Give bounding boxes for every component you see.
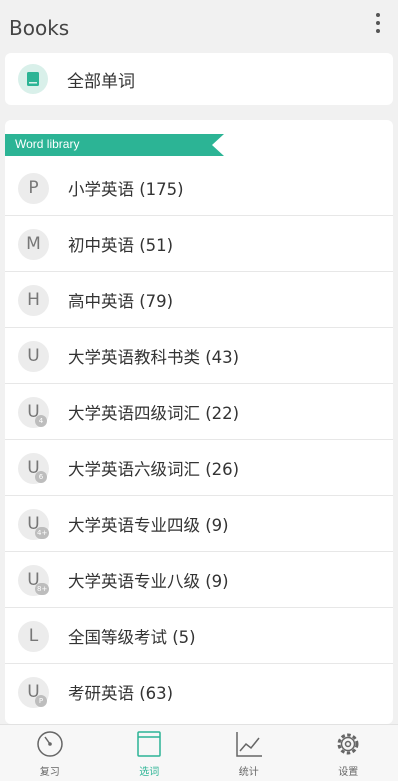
word-library-title: Word library <box>15 137 80 151</box>
library-item-label: 全国等级考试 (5) <box>68 628 196 647</box>
statistics-chart-icon <box>234 729 264 759</box>
all-words-label: 全部单词 <box>67 71 135 92</box>
letter-badge: P <box>18 172 49 204</box>
library-item-label: 考研英语 (63) <box>68 684 174 703</box>
library-item-junior-high[interactable]: M 初中英语 (51) <box>5 216 393 272</box>
all-words-item[interactable]: 全部单词 <box>5 53 393 105</box>
select-words-book-icon <box>136 729 162 759</box>
letter-badge: L <box>18 620 49 652</box>
library-item-label: 大学英语四级词汇 (22) <box>68 404 240 423</box>
level-badge: 4 <box>35 414 47 427</box>
letter-badge-text: H <box>27 290 40 310</box>
library-item-label: 大学英语六级词汇 (26) <box>68 460 240 479</box>
tab-label: 设置 <box>338 767 359 778</box>
letter-badge: U P <box>18 676 49 708</box>
more-options-icon[interactable] <box>372 12 384 34</box>
library-item-university-textbooks[interactable]: U 大学英语教科书类 (43) <box>5 328 393 384</box>
library-item-tem4[interactable]: U 4+ 大学英语专业四级 (9) <box>5 496 393 552</box>
letter-badge: M <box>18 228 49 260</box>
letter-badge-text: M <box>26 234 41 254</box>
library-item-label: 大学英语专业八级 (9) <box>68 572 229 591</box>
word-library-ribbon: Word library <box>5 134 224 156</box>
app-bar: Books <box>0 0 398 52</box>
book-icon <box>18 64 48 94</box>
tab-settings[interactable]: 设置 <box>299 725 398 781</box>
letter-badge: H <box>18 284 49 316</box>
library-item-senior-high[interactable]: H 高中英语 (79) <box>5 272 393 328</box>
letter-badge: U <box>18 340 49 372</box>
library-item-label: 小学英语 (175) <box>68 180 184 199</box>
tab-statistics[interactable]: 统计 <box>199 725 299 781</box>
letter-badge: U 6 <box>18 452 49 484</box>
tab-label: 统计 <box>238 767 259 778</box>
letter-badge-text: U <box>27 346 40 366</box>
letter-badge: U 4+ <box>18 508 50 540</box>
page-title: Books <box>9 16 70 40</box>
bottom-tab-bar: 复习 选词 统计 设置 <box>0 724 398 781</box>
library-item-label: 大学英语教科书类 (43) <box>68 348 240 367</box>
library-item-cet4[interactable]: U 4 大学英语四级词汇 (22) <box>5 384 393 440</box>
library-item-primary[interactable]: P 小学英语 (175) <box>5 160 393 216</box>
word-library-card: Word library P 小学英语 (175) M 初中英语 (51) H … <box>5 120 393 724</box>
letter-badge-text: L <box>28 626 39 646</box>
level-badge: P <box>35 694 47 707</box>
word-library-list: P 小学英语 (175) M 初中英语 (51) H 高中英语 (79) U 大… <box>5 160 393 720</box>
letter-badge: U 4 <box>18 396 49 428</box>
letter-badge-text: P <box>28 178 39 198</box>
level-badge: 8+ <box>35 582 50 595</box>
level-badge: 4+ <box>35 526 50 539</box>
library-item-cet6[interactable]: U 6 大学英语六级词汇 (26) <box>5 440 393 496</box>
settings-gear-icon <box>333 729 363 759</box>
library-item-label: 大学英语专业四级 (9) <box>68 516 229 535</box>
tab-review[interactable]: 复习 <box>0 725 100 781</box>
library-item-national-exam[interactable]: L 全国等级考试 (5) <box>5 608 393 664</box>
library-item-postgraduate[interactable]: U P 考研英语 (63) <box>5 664 393 720</box>
library-item-label: 高中英语 (79) <box>68 292 174 311</box>
tab-label: 复习 <box>39 767 60 778</box>
library-item-tem8[interactable]: U 8+ 大学英语专业八级 (9) <box>5 552 393 608</box>
review-gauge-icon <box>35 729 65 759</box>
level-badge: 6 <box>35 470 47 483</box>
tab-select-words[interactable]: 选词 <box>100 725 200 781</box>
library-item-label: 初中英语 (51) <box>68 236 174 255</box>
letter-badge: U 8+ <box>18 564 50 596</box>
tab-label: 选词 <box>139 767 160 778</box>
